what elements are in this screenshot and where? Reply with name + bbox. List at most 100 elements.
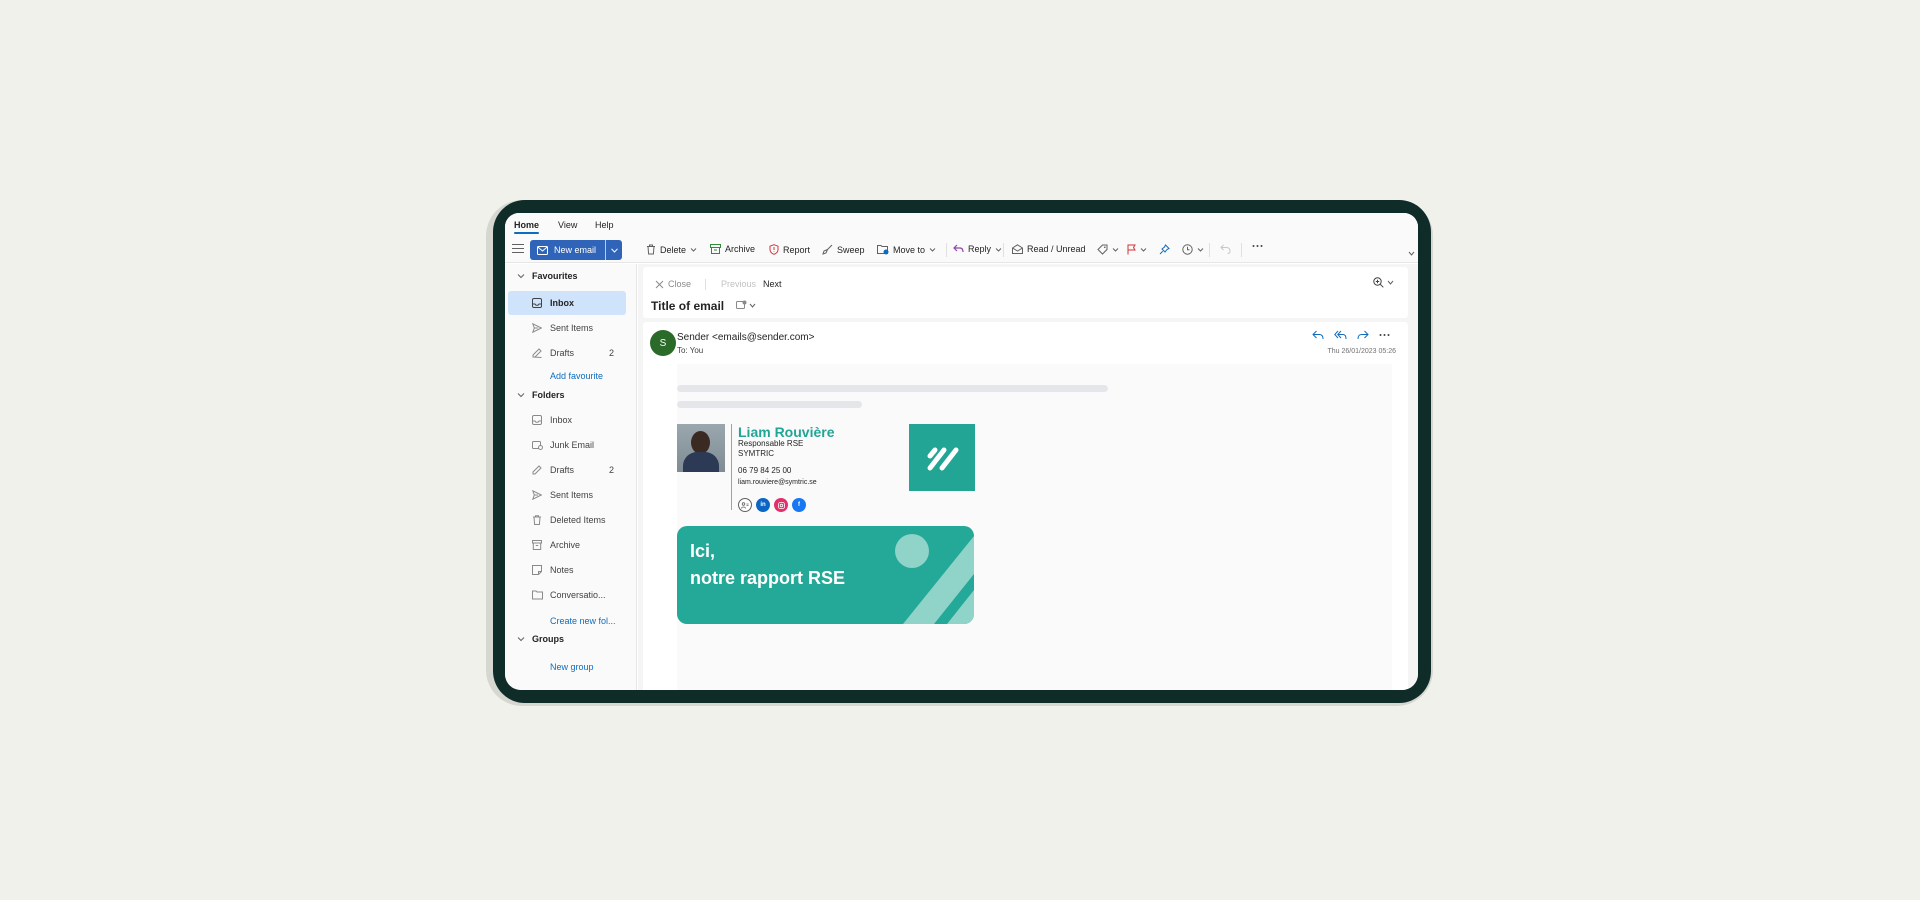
folder-archive[interactable]: Archive	[508, 533, 626, 557]
forward-icon[interactable]	[1357, 330, 1369, 340]
move-to-button[interactable]: Move to	[877, 244, 936, 255]
chevron-down-icon	[1197, 248, 1204, 252]
envelope-open-icon	[1012, 244, 1023, 254]
archive-icon	[532, 540, 542, 550]
chevron-down-icon	[1408, 251, 1415, 256]
reply-icon[interactable]	[1312, 330, 1324, 340]
folder-inbox[interactable]: Inbox	[508, 408, 626, 432]
linkedin-icon[interactable]: in	[756, 498, 770, 512]
zoom-icon	[1373, 277, 1384, 288]
message-date: Thu 26/01/2023 05:26	[1327, 348, 1396, 355]
message-body: Liam Rouvière Responsable RSE SYMTRIC 06…	[677, 364, 1392, 690]
outlook-window: Home View Help New email Delete Archive	[505, 213, 1418, 690]
create-new-folder-link[interactable]: Create new fol...	[550, 616, 616, 626]
undo-button[interactable]	[1220, 244, 1231, 254]
reply-all-icon[interactable]	[1334, 330, 1347, 340]
recipient-you[interactable]: You	[690, 346, 704, 355]
tag-button[interactable]	[1097, 244, 1119, 255]
facebook-icon[interactable]: f	[792, 498, 806, 512]
flag-button[interactable]	[1127, 244, 1147, 255]
signature-email[interactable]: liam.rouviere@symtric.se	[738, 479, 817, 486]
folder-sent-items[interactable]: Sent Items	[508, 483, 626, 507]
more-icon	[1252, 245, 1263, 247]
new-email-label: New email	[554, 245, 597, 255]
sender-name[interactable]: Sender <emails@sender.com>	[677, 332, 814, 343]
signature-phone[interactable]: 06 79 84 25 00	[738, 466, 791, 475]
social-links: in f	[738, 498, 806, 512]
email-subject: Title of email	[651, 299, 725, 313]
folder-junk-email[interactable]: Junk Email	[508, 433, 626, 457]
flag-icon	[1127, 244, 1136, 255]
tab-home[interactable]: Home	[514, 220, 540, 234]
placeholder-text-line	[677, 401, 862, 408]
pin-button[interactable]	[1159, 244, 1170, 255]
folder-conversation-history[interactable]: Conversatio...	[508, 583, 626, 607]
ribbon-tabs: Home View Help	[505, 213, 1418, 237]
avatar[interactable]: S	[650, 330, 676, 356]
close-button[interactable]: Close	[655, 279, 691, 289]
toolbar-divider	[1241, 243, 1242, 257]
chevron-down-icon	[517, 637, 525, 642]
tab-help[interactable]: Help	[595, 220, 614, 230]
instagram-icon[interactable]	[774, 498, 788, 512]
reading-pane: Close Previous Next Title of email S Sen…	[638, 264, 1418, 690]
delete-button[interactable]: Delete	[646, 244, 697, 255]
message-actions	[1312, 330, 1390, 340]
contact-icon[interactable]	[738, 498, 752, 512]
ribbon-expand-button[interactable]	[1408, 251, 1415, 256]
new-email-button[interactable]: New email	[530, 240, 622, 260]
trash-icon	[533, 515, 541, 525]
tag-icon	[1097, 244, 1108, 255]
read-unread-button[interactable]: Read / Unread	[1012, 244, 1086, 254]
rse-report-banner[interactable]: Ici, notre rapport RSE	[677, 526, 974, 624]
more-options-button[interactable]	[1252, 244, 1263, 248]
folder-drafts[interactable]: Drafts 2	[508, 458, 626, 482]
banner-circle	[895, 534, 929, 568]
previous-button[interactable]: Previous	[721, 279, 756, 289]
new-group-link[interactable]: New group	[550, 662, 594, 672]
next-button[interactable]: Next	[763, 279, 782, 289]
toolbar-divider	[1209, 243, 1210, 257]
sweep-button[interactable]: Sweep	[822, 244, 865, 255]
signature-photo	[677, 424, 725, 472]
trash-icon	[647, 244, 655, 255]
mail-icon	[537, 245, 548, 255]
favourite-sent-items[interactable]: Sent Items	[508, 316, 626, 340]
shield-icon	[769, 244, 779, 255]
menu-icon[interactable]	[512, 244, 524, 254]
new-email-dropdown[interactable]	[605, 240, 622, 260]
favourite-inbox[interactable]: Inbox	[508, 291, 626, 315]
chevron-down-icon	[690, 248, 697, 252]
pencil-icon	[532, 465, 542, 475]
favourite-drafts[interactable]: Drafts 2	[508, 341, 626, 365]
chevron-down-icon	[517, 274, 525, 279]
recipient-line: To: You	[677, 346, 704, 355]
folder-deleted-items[interactable]: Deleted Items	[508, 508, 626, 532]
inbox-icon	[532, 415, 542, 425]
reply-button[interactable]: Reply	[953, 244, 1002, 254]
folder-notes[interactable]: Notes	[508, 558, 626, 582]
email-signature: Liam Rouvière Responsable RSE SYMTRIC 06…	[677, 424, 977, 512]
chevron-down-icon	[929, 248, 936, 252]
reading-pane-header: Close Previous Next Title of email	[643, 267, 1408, 318]
signature-company: SYMTRIC	[738, 449, 774, 458]
report-button[interactable]: Report	[769, 244, 810, 255]
add-favourite-link[interactable]: Add favourite	[550, 371, 603, 381]
zoom-button[interactable]	[1373, 277, 1394, 288]
pencil-icon	[532, 348, 542, 358]
move-folder-icon	[877, 245, 889, 255]
message-card: S Sender <emails@sender.com> To: You Thu…	[643, 322, 1408, 690]
pin-icon	[1159, 244, 1170, 255]
subject-category-button[interactable]	[736, 300, 756, 310]
close-icon	[655, 280, 664, 288]
chevron-down-icon	[1112, 248, 1119, 252]
chevron-down-icon	[610, 247, 618, 253]
chevron-down-icon	[749, 303, 756, 308]
archive-button[interactable]: Archive	[710, 244, 755, 254]
inbox-icon	[532, 298, 542, 308]
banner-line-1: Ici,	[690, 541, 716, 561]
note-icon	[532, 565, 542, 575]
tab-view[interactable]: View	[558, 220, 577, 230]
more-icon[interactable]	[1379, 333, 1390, 337]
snooze-button[interactable]	[1182, 244, 1204, 255]
